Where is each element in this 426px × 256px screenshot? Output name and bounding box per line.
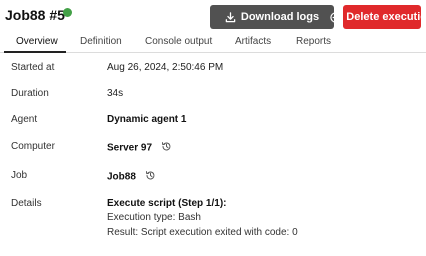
started-at-value: Aug 26, 2024, 2:50:46 PM (107, 62, 224, 73)
computer-value[interactable]: Server 97 (107, 143, 152, 154)
job-value[interactable]: Job88 (107, 172, 136, 183)
tab-definition[interactable]: Definition (80, 36, 122, 47)
duration-value: 34s (107, 88, 124, 99)
details-line: Result: Script execution exited with cod… (107, 227, 298, 238)
job-header: Job88 #5 Download logs Delete execution (0, 0, 426, 34)
job-value-wrap: Job88 (107, 170, 156, 184)
minus-circle-icon (330, 11, 341, 23)
tab-bar: Overview Definition Console output Artif… (0, 32, 426, 53)
page-title: Job88 #5 (5, 7, 65, 23)
computer-value-wrap: Server 97 (107, 141, 172, 155)
history-icon[interactable] (161, 141, 172, 155)
status-indicator (63, 8, 72, 17)
started-at-label: Started at (11, 62, 55, 73)
active-tab-indicator (4, 51, 66, 53)
details-heading: Execute script (Step 1/1): (107, 198, 227, 209)
agent-value[interactable]: Dynamic agent 1 (107, 114, 186, 125)
download-logs-label: Download logs (240, 11, 320, 23)
details-line: Execution type: Bash (107, 212, 201, 223)
details-label: Details (11, 198, 42, 209)
job-label: Job (11, 170, 28, 181)
computer-label: Computer (11, 141, 55, 152)
history-icon[interactable] (145, 170, 156, 184)
tab-console-output[interactable]: Console output (145, 36, 212, 47)
tab-artifacts[interactable]: Artifacts (235, 36, 271, 47)
tab-reports[interactable]: Reports (296, 36, 331, 47)
download-logs-button[interactable]: Download logs (210, 5, 334, 29)
agent-label: Agent (11, 114, 38, 125)
delete-execution-button[interactable]: Delete execution (330, 5, 426, 29)
duration-label: Duration (11, 88, 49, 99)
tab-overview[interactable]: Overview (16, 36, 58, 47)
download-icon (225, 11, 236, 23)
delete-execution-label: Delete execution (346, 11, 426, 23)
